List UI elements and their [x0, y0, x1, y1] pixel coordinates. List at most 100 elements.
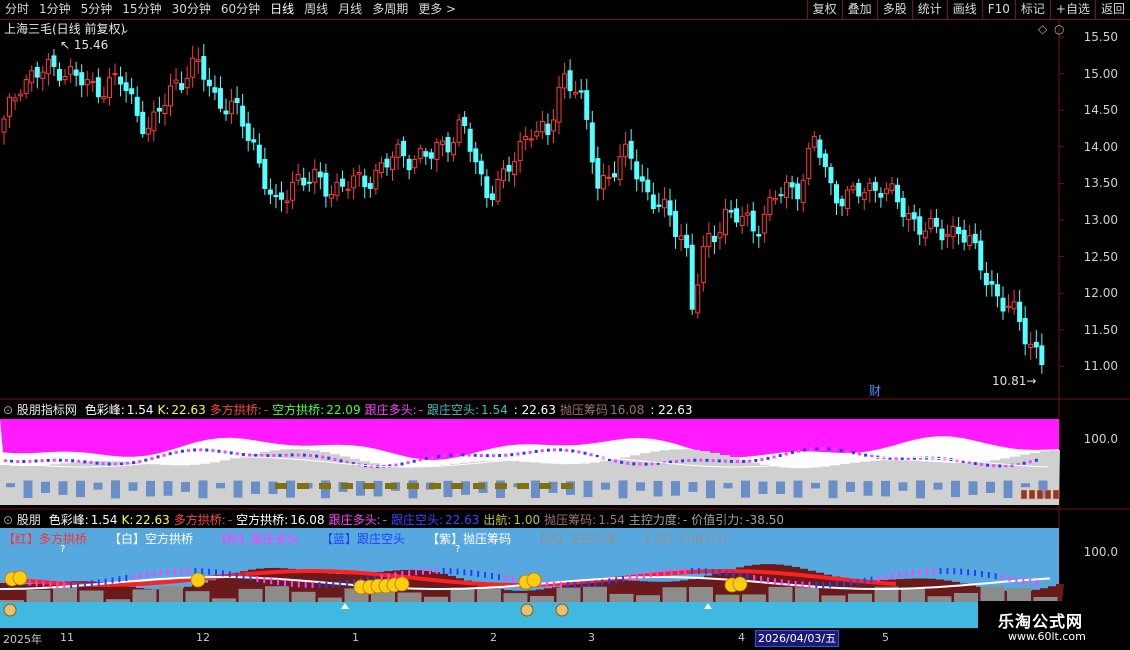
indicator2-tick — [691, 568, 694, 574]
indicator1-dot — [973, 461, 977, 465]
candle-body — [928, 217, 934, 229]
candle-body — [872, 182, 878, 191]
indicator2-tick — [42, 581, 45, 588]
candle-body — [856, 182, 862, 197]
stock-title: 上海三毛(日线 前复权) — [4, 22, 126, 36]
watermark-name: 乐淘公式网 — [998, 612, 1084, 631]
indicator2-name[interactable]: 股朋 — [17, 513, 41, 527]
candle-body — [550, 119, 556, 132]
candle-body — [684, 234, 690, 249]
candle-body — [706, 232, 712, 247]
indicator1-dot — [571, 449, 575, 453]
indicator1-olive-bar — [363, 483, 375, 489]
indicator2-tick — [994, 573, 997, 580]
indicator1-dot — [71, 459, 75, 463]
indicator2-tick — [83, 581, 86, 588]
candle-body — [206, 79, 212, 87]
candle-body — [367, 183, 373, 189]
candle-body — [478, 160, 484, 175]
indicator1-dot — [473, 453, 477, 457]
indicator2-tick — [484, 571, 487, 578]
collapse-icon[interactable]: ⊙ — [3, 513, 13, 527]
indicator1-dot — [845, 449, 849, 453]
indicator-value: 价值引力: -38.50 — [691, 513, 785, 527]
money-bag-icon — [555, 603, 569, 617]
indicator2-tick — [925, 568, 928, 575]
candle-body — [118, 76, 124, 85]
candle-body — [95, 77, 101, 98]
indicator1-dot — [284, 453, 288, 457]
indicator1-dot — [193, 448, 197, 452]
indicator1-dot — [858, 452, 861, 456]
indicator2-tick — [394, 572, 397, 579]
indicator1-dot — [778, 454, 782, 458]
candle-body — [623, 143, 629, 158]
indicator2-tick — [794, 580, 797, 587]
diamond-icon[interactable]: ◇ — [1038, 22, 1047, 36]
indicator2-tick — [456, 568, 459, 575]
candle-body — [867, 182, 873, 191]
indicator-value: 色彩峰: 1.54 — [84, 403, 154, 417]
candle-body — [223, 110, 229, 115]
indicator1-dot — [309, 454, 312, 458]
indicator1-dot — [22, 460, 26, 464]
indicator1-blue-bar — [583, 480, 593, 498]
candle-body — [18, 93, 24, 97]
indicator1-dot — [248, 453, 251, 457]
candle-body — [845, 189, 851, 210]
chevron-down-icon[interactable]: ⌄ — [120, 22, 130, 36]
indicator1-dot — [449, 453, 453, 457]
date-axis-label: 5 — [882, 631, 889, 644]
candle-body — [451, 142, 457, 156]
indicator1-name[interactable]: 股朋指标网 — [17, 403, 77, 417]
candle-body — [173, 79, 179, 84]
indicator2-tick — [746, 573, 749, 580]
indicator1-dot — [28, 459, 32, 463]
indicator2-tick — [28, 579, 31, 586]
date-axis-label: 12 — [196, 631, 210, 644]
candle-body — [989, 281, 995, 285]
candle-body — [245, 123, 251, 141]
indicator2-tick — [290, 580, 293, 587]
indicator1-dot — [199, 448, 203, 452]
indicator2-tick — [649, 571, 652, 578]
indicator2-tick — [235, 572, 238, 579]
indicator2-tick — [953, 568, 956, 575]
indicator2-tick — [159, 569, 162, 576]
candle-body — [695, 284, 701, 314]
candle-body — [467, 128, 473, 152]
candle-body — [34, 66, 40, 78]
finance-badge[interactable]: 财 — [869, 384, 881, 398]
indicator-value: 多方拱桥: - — [209, 403, 269, 417]
indicator2-tick — [97, 579, 100, 586]
indicator2-tick — [208, 568, 211, 575]
candle-body — [645, 179, 651, 193]
settings-circle-icon[interactable]: ○ — [1054, 22, 1064, 36]
indicator1-blue-bar — [863, 481, 873, 496]
indicator1-dot — [132, 461, 136, 465]
candle-body — [295, 174, 301, 181]
indicator1-dot — [736, 460, 739, 464]
indicator2-tick — [90, 580, 93, 587]
candle-body — [1011, 301, 1017, 310]
candle-body — [251, 139, 257, 143]
indicator1-dot — [803, 448, 807, 452]
indicator1-blue-bar — [706, 480, 715, 499]
indicator1-dot — [229, 451, 233, 455]
indicator2-tick — [1029, 578, 1032, 585]
collapse-icon[interactable]: ⊙ — [3, 403, 13, 417]
candle-body — [634, 161, 640, 180]
indicator1-olive-bar — [561, 483, 573, 489]
indicator1-dot — [546, 448, 550, 452]
indicator-value: 色彩峰: 1.54 — [48, 513, 118, 527]
candle-body — [1039, 345, 1045, 366]
indicator-value: : 22.63 — [513, 403, 556, 417]
indicator1-bag-icon — [1036, 489, 1044, 500]
indicator1-olive-bar — [495, 483, 507, 489]
candle-body — [734, 208, 740, 223]
indicator2-tick — [49, 581, 52, 588]
indicator-value: K: 22.63 — [157, 403, 206, 417]
price-tick-label: 11.50 — [1083, 322, 1118, 337]
legend-item: 【粉】跟庄多头 — [215, 532, 300, 546]
candle-body — [828, 167, 834, 184]
